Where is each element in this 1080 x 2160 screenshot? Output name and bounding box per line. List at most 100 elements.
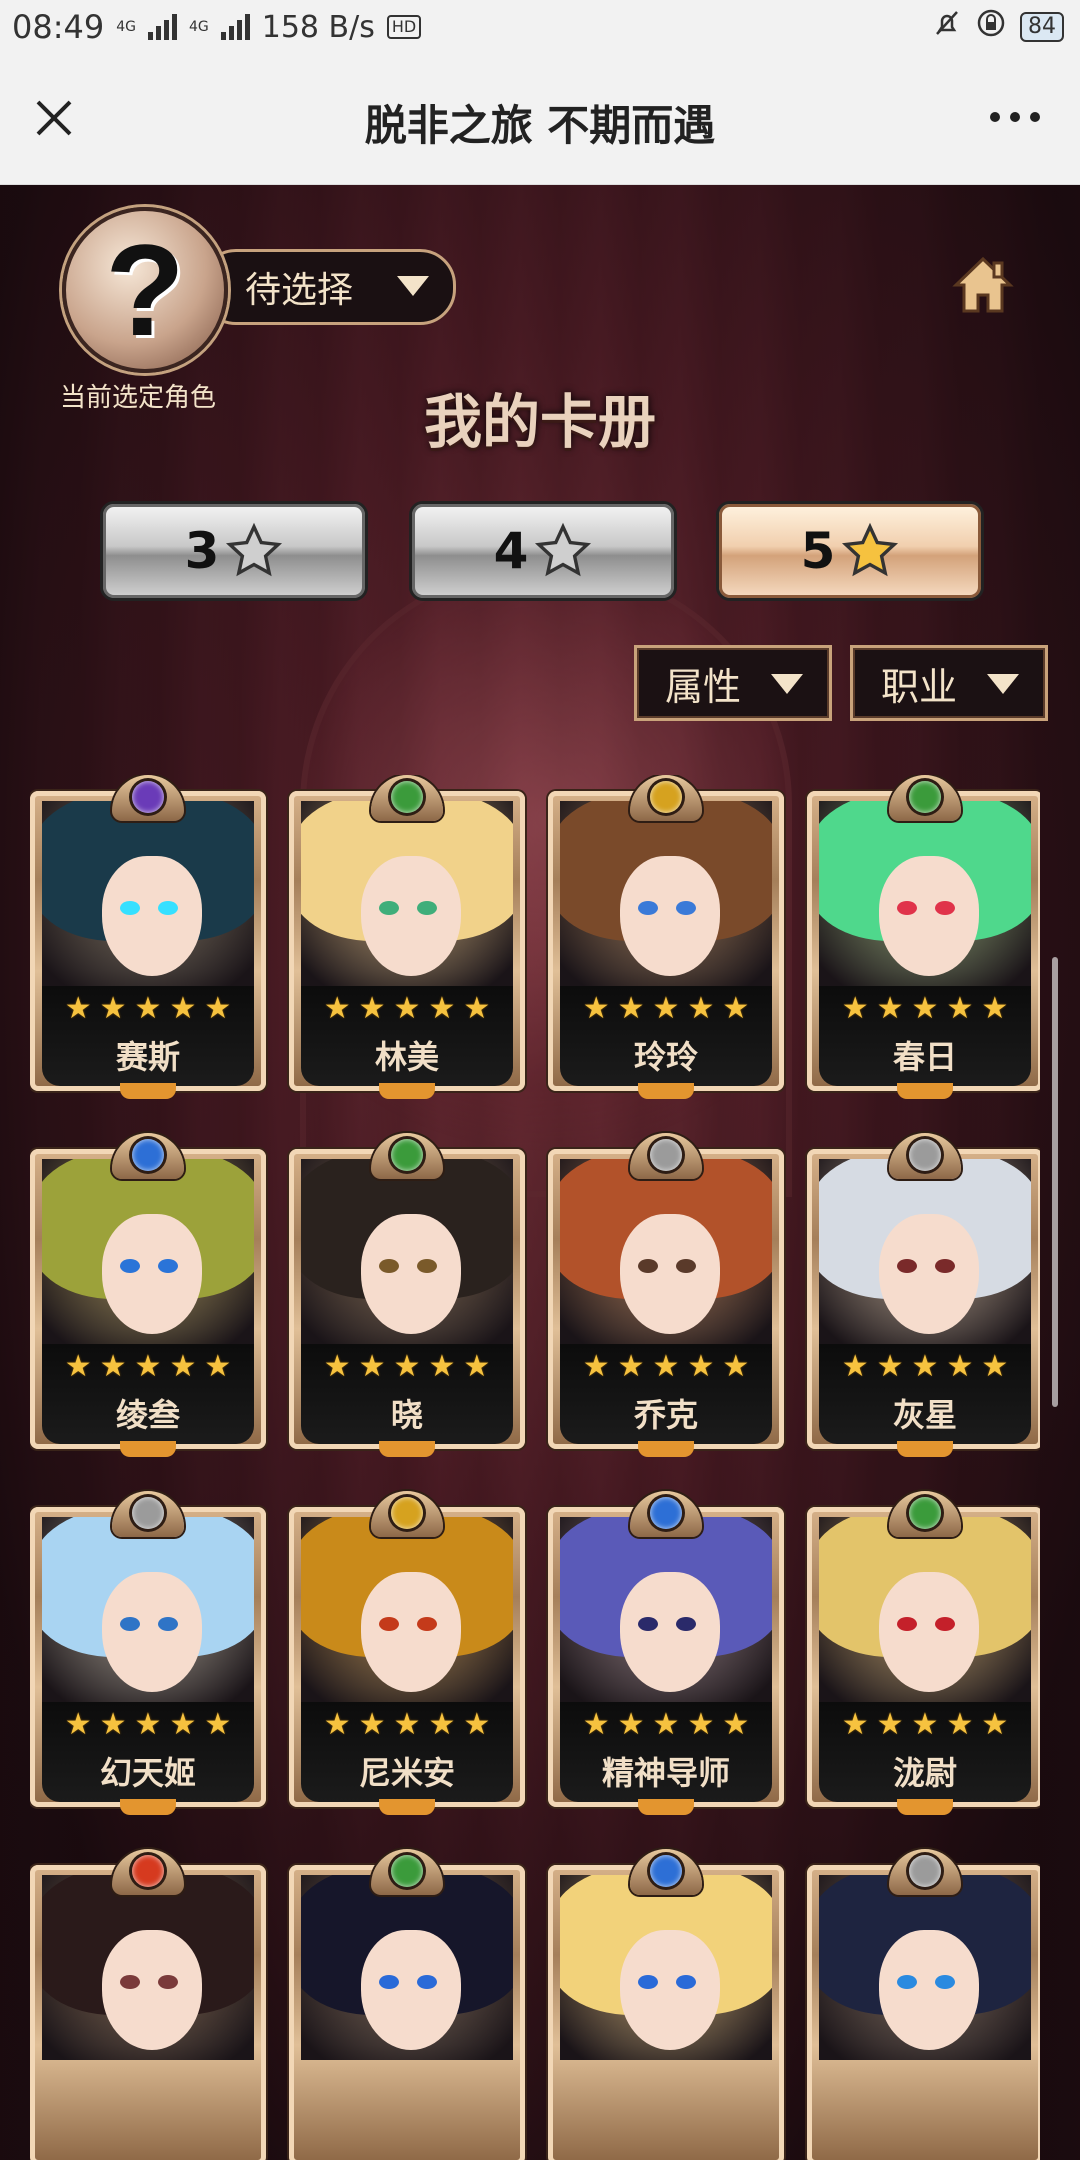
hd-icon: HD — [386, 15, 422, 39]
character-card[interactable]: ★ ★ ★ ★ ★ 灰星 — [807, 1133, 1040, 1457]
star-icon: ★ — [99, 1707, 127, 1742]
rarity-stars: ★ ★ ★ ★ ★ — [560, 1350, 772, 1384]
character-select-dropdown[interactable]: 待选择 — [200, 249, 456, 325]
scrollbar[interactable] — [1052, 957, 1058, 1407]
star-icon: ★ — [204, 1349, 232, 1384]
home-icon[interactable] — [952, 255, 1014, 315]
character-portrait — [301, 801, 513, 986]
title-bar: 脱非之旅 不期而遇 — [0, 56, 1080, 185]
element-gem-icon — [132, 781, 164, 813]
star-icon: ★ — [911, 991, 939, 1026]
lock-rotation-icon — [976, 8, 1006, 46]
character-card[interactable]: ★ ★ ★ ★ ★ 精神导师 — [548, 1491, 784, 1815]
mute-bell-icon — [932, 8, 962, 46]
card-bottom-tab — [379, 1083, 435, 1099]
character-card[interactable]: ★ ★ ★ ★ ★ 晓 — [289, 1133, 525, 1457]
character-portrait — [301, 1159, 513, 1344]
current-character-avatar[interactable]: ? — [62, 207, 228, 373]
star-icon — [535, 522, 592, 577]
star-icon: ★ — [99, 991, 127, 1026]
dropdown-label: 待选择 — [245, 270, 354, 311]
element-gem-icon — [909, 1139, 941, 1171]
rarity-stars: ★ ★ ★ ★ ★ — [42, 1350, 254, 1384]
card-info-panel: ★ ★ ★ ★ ★ 赛斯 — [42, 986, 254, 1086]
star-4-button[interactable]: 4 — [409, 501, 677, 601]
element-crest-icon — [889, 1849, 961, 1895]
card-info-panel: ★ ★ ★ ★ ★ 林美 — [301, 986, 513, 1086]
star-icon: ★ — [722, 1349, 750, 1384]
character-card[interactable]: ★ ★ ★ ★ ★ 赛斯 — [30, 775, 266, 1099]
star-icon: ★ — [911, 1707, 939, 1742]
album-title: 我的卡册 — [423, 388, 656, 456]
card-bottom-tab — [120, 1799, 176, 1815]
star-icon: ★ — [393, 991, 421, 1026]
star-icon: ★ — [981, 991, 1009, 1026]
element-gem-icon — [391, 1855, 423, 1887]
character-name: 精神导师 — [601, 1754, 730, 1792]
chevron-down-icon — [771, 674, 803, 694]
star-icon: ★ — [687, 1707, 715, 1742]
element-crest-icon — [371, 1849, 443, 1895]
element-crest-icon — [371, 775, 443, 821]
clock: 08:49 — [12, 8, 105, 46]
character-card[interactable] — [807, 1849, 1040, 2160]
star-icon: ★ — [911, 1349, 939, 1384]
card-info-panel: ★ ★ ★ ★ ★ 绫叁 — [42, 1344, 254, 1444]
element-crest-icon — [889, 1491, 961, 1537]
element-gem-icon — [391, 781, 423, 813]
card-info-panel: ★ ★ ★ ★ ★ 春日 — [819, 986, 1031, 1086]
character-card[interactable]: ★ ★ ★ ★ ★ 尼米安 — [289, 1491, 525, 1815]
character-portrait — [42, 801, 254, 986]
star-icon: ★ — [841, 1707, 869, 1742]
card-info-panel: ★ ★ ★ ★ ★ 精神导师 — [560, 1702, 772, 1802]
element-crest-icon — [630, 1133, 702, 1179]
element-crest-icon — [630, 775, 702, 821]
more-options-icon[interactable] — [990, 112, 1040, 122]
rarity-stars: ★ ★ ★ ★ ★ — [560, 992, 772, 1026]
character-name: 绫叁 — [115, 1396, 180, 1434]
star-icon: ★ — [617, 1707, 645, 1742]
character-card[interactable]: ★ ★ ★ ★ ★ 春日 — [807, 775, 1040, 1099]
element-gem-icon — [391, 1139, 423, 1171]
star-5-button[interactable]: 5 — [716, 501, 984, 601]
star-count-label: 4 — [493, 522, 529, 580]
element-gem-icon — [650, 1139, 682, 1171]
character-card[interactable] — [548, 1849, 784, 2160]
character-card[interactable]: ★ ★ ★ ★ ★ 泷尉 — [807, 1491, 1040, 1815]
profession-filter-dropdown[interactable]: 职业 — [850, 645, 1048, 721]
element-gem-icon — [909, 781, 941, 813]
star-icon: ★ — [463, 991, 491, 1026]
element-crest-icon — [630, 1491, 702, 1537]
card-bottom-tab — [638, 1799, 694, 1815]
character-portrait — [819, 1517, 1031, 1702]
card-info-panel: ★ ★ ★ ★ ★ 尼米安 — [301, 1702, 513, 1802]
character-card[interactable]: ★ ★ ★ ★ ★ 绫叁 — [30, 1133, 266, 1457]
star-3-button[interactable]: 3 — [100, 501, 368, 601]
attribute-filter-dropdown[interactable]: 属性 — [634, 645, 832, 721]
element-crest-icon — [112, 1133, 184, 1179]
star-icon: ★ — [946, 1349, 974, 1384]
character-card[interactable]: ★ ★ ★ ★ ★ 林美 — [289, 775, 525, 1099]
star-icon: ★ — [687, 1349, 715, 1384]
character-card[interactable]: ★ ★ ★ ★ ★ 乔克 — [548, 1133, 784, 1457]
character-portrait — [819, 1875, 1031, 2060]
element-crest-icon — [630, 1849, 702, 1895]
rarity-stars: ★ ★ ★ ★ ★ — [301, 992, 513, 1026]
element-crest-icon — [889, 1133, 961, 1179]
star-icon: ★ — [582, 991, 610, 1026]
character-card[interactable]: ★ ★ ★ ★ ★ 玲玲 — [548, 775, 784, 1099]
star-icon: ★ — [946, 1707, 974, 1742]
element-gem-icon — [132, 1139, 164, 1171]
element-gem-icon — [909, 1855, 941, 1887]
character-card[interactable]: ★ ★ ★ ★ ★ 幻天姬 — [30, 1491, 266, 1815]
star-icon: ★ — [358, 1707, 386, 1742]
character-name: 赛斯 — [115, 1038, 180, 1076]
character-card[interactable] — [289, 1849, 525, 2160]
star-icon: ★ — [722, 1707, 750, 1742]
character-card[interactable] — [30, 1849, 266, 2160]
sim2-label: 4G — [188, 19, 209, 35]
star-icon: ★ — [428, 1349, 456, 1384]
page-title: 脱非之旅 不期而遇 — [364, 101, 716, 150]
element-crest-icon — [889, 775, 961, 821]
character-portrait — [560, 801, 772, 986]
